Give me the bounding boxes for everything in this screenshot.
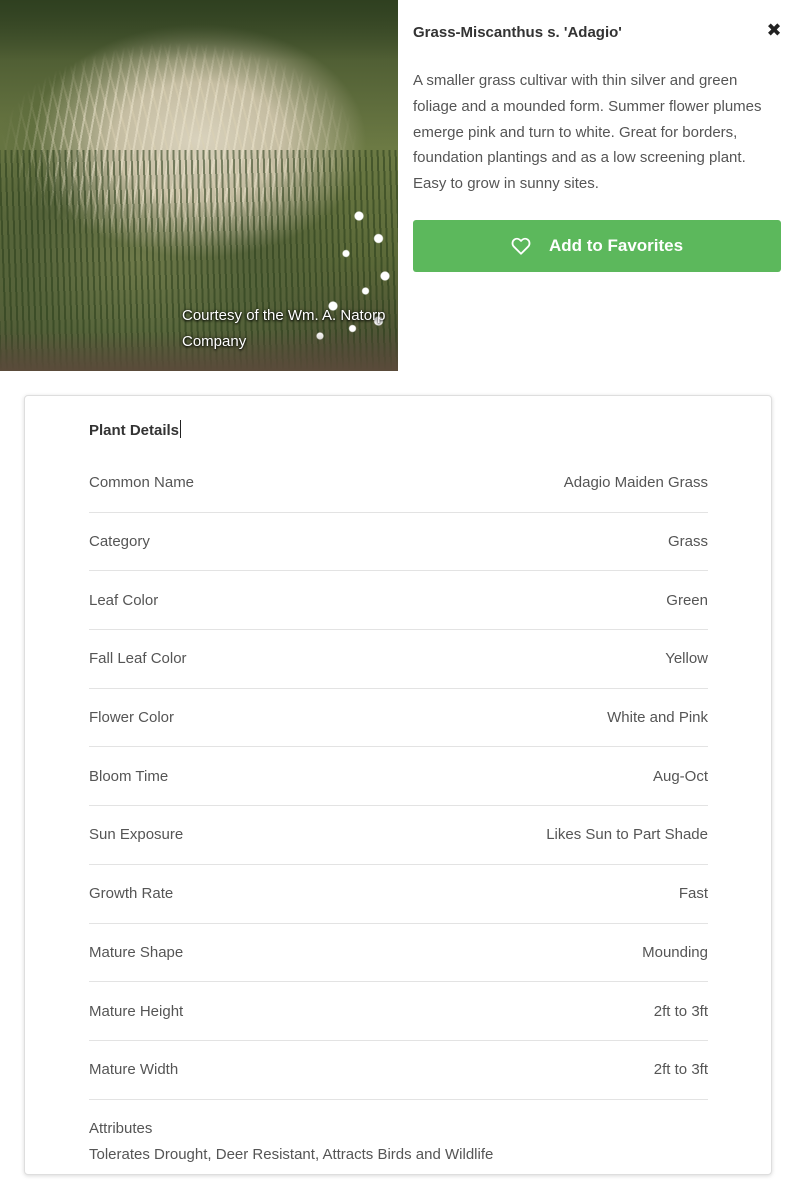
text-cursor: [180, 420, 182, 438]
detail-value: Grass: [667, 533, 708, 551]
detail-label: Category: [89, 533, 150, 551]
detail-row-mature-height: Mature Height 2ft to 3ft: [89, 982, 708, 1041]
plant-title: Grass-Miscanthus s. 'Adagio': [413, 24, 622, 41]
plant-description: A smaller grass cultivar with thin silve…: [413, 72, 762, 193]
detail-label: Leaf Color: [89, 591, 159, 609]
detail-label: Growth Rate: [89, 885, 174, 903]
detail-value: Aug-Oct: [652, 767, 708, 785]
detail-label: Common Name: [89, 474, 195, 492]
plant-photo: Courtesy of the Wm. A. Natorp Company: [0, 0, 398, 371]
plant-header: Courtesy of the Wm. A. Natorp Company Gr…: [0, 0, 796, 371]
detail-value: Fast: [678, 885, 708, 903]
heart-icon: [511, 237, 531, 255]
detail-value: 2ft to 3ft: [653, 1002, 708, 1020]
detail-label: Mature Shape: [89, 943, 184, 961]
detail-label: Mature Width: [89, 1061, 179, 1079]
attributes-label: Attributes: [89, 1120, 153, 1137]
detail-value: 2ft to 3ft: [653, 1061, 708, 1079]
detail-row-flower-color: Flower Color White and Pink: [89, 689, 708, 748]
detail-value: Likes Sun to Part Shade: [546, 826, 708, 844]
detail-label: Mature Height: [89, 1002, 184, 1020]
detail-row-common-name: Common Name Adagio Maiden Grass: [89, 454, 708, 513]
detail-row-mature-shape: Mature Shape Mounding: [89, 924, 708, 983]
detail-value: Yellow: [665, 650, 708, 668]
detail-value: Mounding: [642, 943, 708, 961]
detail-row-category: Category Grass: [89, 513, 708, 572]
detail-label: Flower Color: [89, 709, 175, 727]
details-list: Common Name Adagio Maiden Grass Category…: [89, 454, 708, 1100]
plant-details-card: Plant Details Common Name Adagio Maiden …: [24, 395, 772, 1175]
detail-row-leaf-color: Leaf Color Green: [89, 571, 708, 631]
add-to-favorites-button[interactable]: Add to Favorites: [413, 220, 781, 272]
photo-credit: Courtesy of the Wm. A. Natorp Company: [182, 307, 386, 350]
detail-value: White and Pink: [607, 709, 708, 727]
attributes-value: Tolerates Drought, Deer Resistant, Attra…: [89, 1146, 494, 1163]
detail-label: Bloom Time: [89, 767, 169, 785]
plant-details-title: Plant Details: [89, 420, 182, 439]
detail-value: Adagio Maiden Grass: [563, 474, 708, 492]
attributes-section: Attributes Tolerates Drought, Deer Resis…: [89, 1116, 708, 1168]
detail-row-growth-rate: Growth Rate Fast: [89, 865, 708, 924]
add-to-favorites-label: Add to Favorites: [548, 236, 684, 255]
detail-value: Green: [666, 591, 708, 609]
detail-label: Fall Leaf Color: [89, 650, 187, 668]
close-icon[interactable]: ✖: [766, 20, 782, 40]
detail-row-fall-leaf-color: Fall Leaf Color Yellow: [89, 630, 708, 689]
detail-row-sun-exposure: Sun Exposure Likes Sun to Part Shade: [89, 806, 708, 865]
detail-row-mature-width: Mature Width 2ft to 3ft: [89, 1041, 708, 1100]
detail-row-bloom-time: Bloom Time Aug-Oct: [89, 747, 708, 807]
detail-label: Sun Exposure: [89, 826, 184, 844]
